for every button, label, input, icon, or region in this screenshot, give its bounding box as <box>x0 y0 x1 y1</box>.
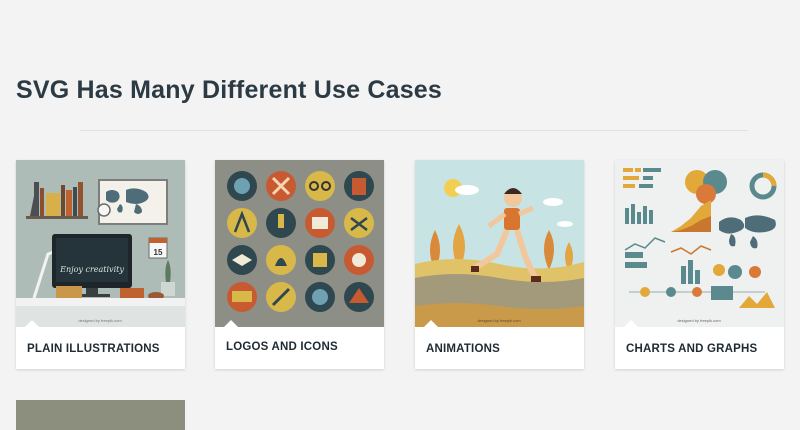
card-pointer <box>224 320 238 327</box>
card-logos-and-icons[interactable]: LOGOS AND ICONS <box>215 160 384 369</box>
card-pointer <box>25 320 39 327</box>
card-label: CHARTS AND GRAPHS <box>626 343 758 355</box>
card-pointer <box>624 320 638 327</box>
card-pointer <box>424 320 438 327</box>
freepik-credit: designed by freepik.com <box>78 318 122 323</box>
section-divider <box>80 130 748 131</box>
freepik-credit: designed by freepik.com <box>677 318 721 323</box>
card-label: PLAIN ILLUSTRATIONS <box>27 343 160 355</box>
plain-illustrations-thumbnail: Enjoy creativity 15 designed by freepik.… <box>16 160 185 327</box>
screen-caption: Enjoy creativity <box>59 265 124 274</box>
freepik-credit: designed by freepik.com <box>477 318 521 323</box>
card-charts-and-graphs[interactable]: designed by freepik.com CHARTS AND GRAPH… <box>615 160 784 369</box>
card-animations[interactable]: designed by freepik.com ANIMATIONS <box>415 160 584 369</box>
section-title: SVG Has Many Different Use Cases <box>16 76 443 104</box>
calendar-day: 15 <box>154 248 163 257</box>
logos-and-icons-thumbnail <box>215 160 384 327</box>
charts-and-graphs-thumbnail: designed by freepik.com <box>615 160 784 327</box>
card-label: ANIMATIONS <box>426 343 500 355</box>
card-label: LOGOS AND ICONS <box>226 341 338 353</box>
card-partial-next-row[interactable] <box>16 400 185 430</box>
card-plain-illustrations[interactable]: Enjoy creativity 15 designed by freepik.… <box>16 160 185 369</box>
animations-thumbnail: designed by freepik.com <box>415 160 584 327</box>
